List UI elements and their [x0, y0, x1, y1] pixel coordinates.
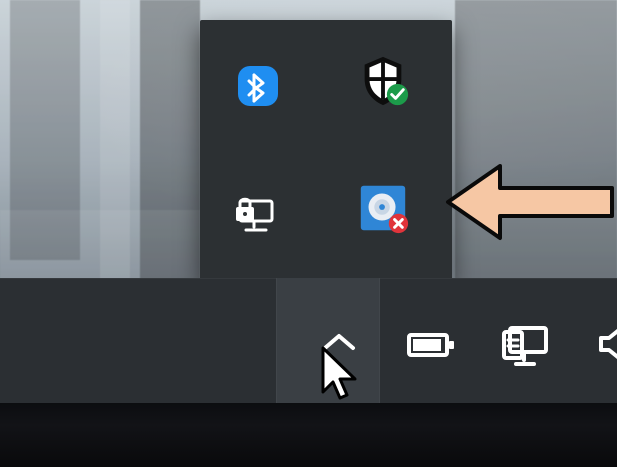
bluetooth-icon[interactable]	[230, 58, 286, 114]
speaker-icon[interactable]	[585, 312, 617, 376]
system-tray-overflow-flyout[interactable]	[200, 20, 452, 280]
taskbar	[0, 278, 617, 403]
monitor-bezel	[0, 403, 617, 467]
battery-icon[interactable]	[399, 313, 463, 377]
mouse-cursor-icon	[305, 340, 369, 404]
disc-error-icon[interactable]	[355, 180, 411, 236]
annotation-arrow	[442, 152, 617, 252]
show-hidden-icons-button[interactable]	[276, 278, 380, 403]
windows-security-icon[interactable]	[355, 53, 411, 109]
network-icon[interactable]	[494, 310, 558, 374]
screen	[0, 0, 617, 467]
network-locked-icon[interactable]	[228, 182, 284, 238]
